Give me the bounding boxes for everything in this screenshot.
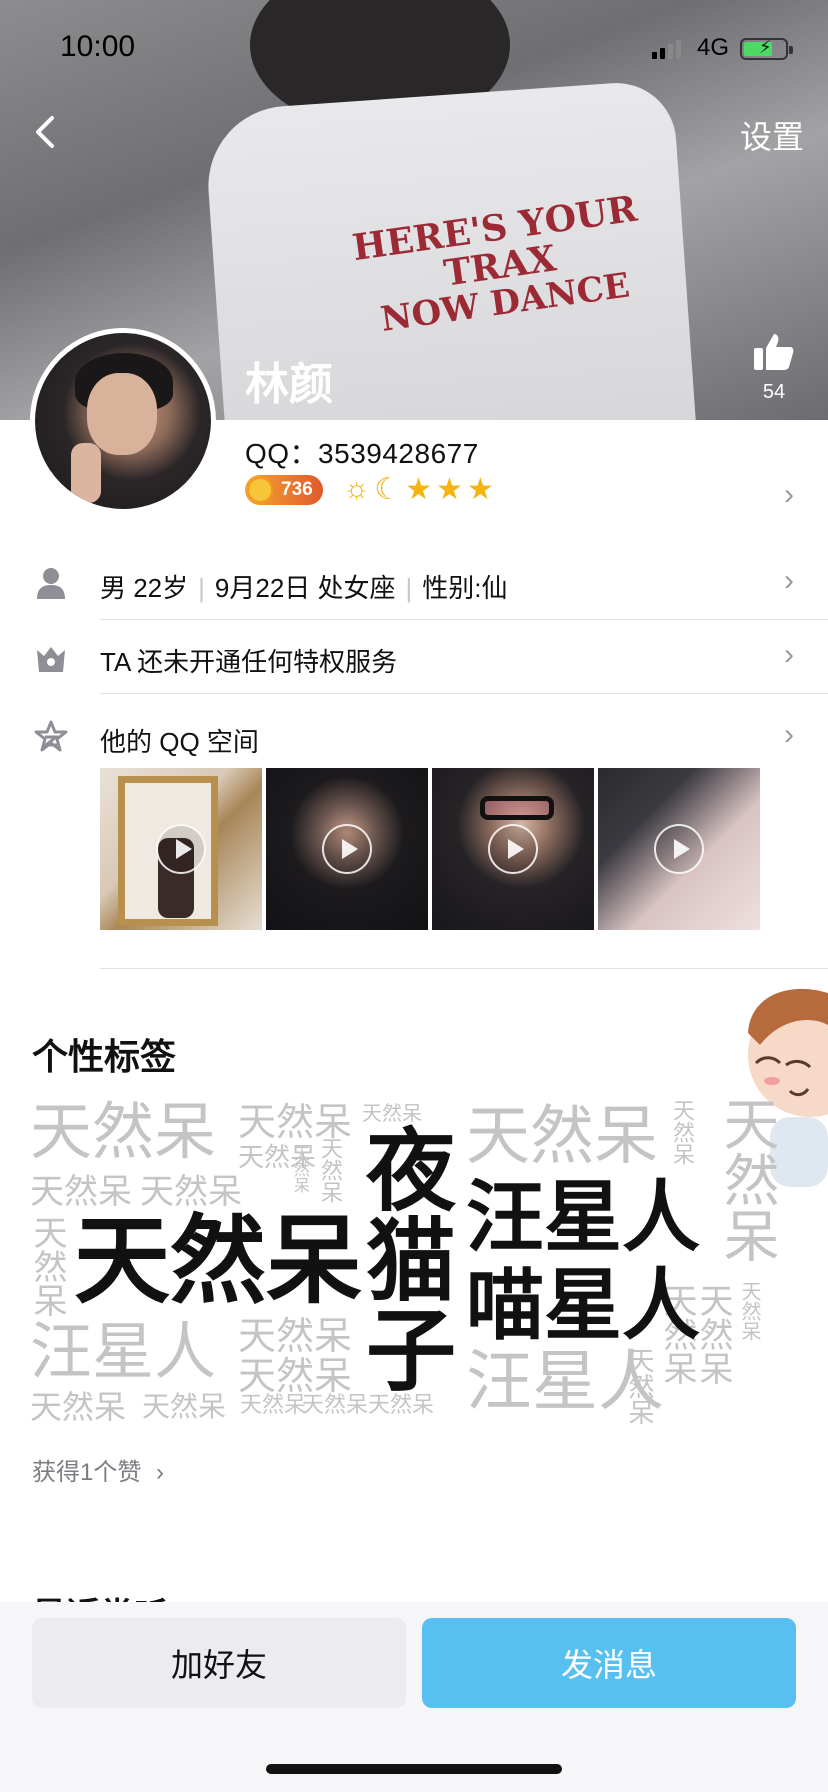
coin-icon — [247, 476, 273, 503]
qzone-video-thumbnail[interactable] — [266, 768, 428, 930]
network-type: 4G — [697, 34, 730, 61]
battery-icon: ⚡ — [740, 37, 793, 60]
tag-background: 天然呆 — [624, 1347, 654, 1425]
star-icon: ★ — [466, 473, 494, 506]
tag-background: 天然呆 — [30, 1388, 127, 1425]
like-button[interactable]: 54 — [748, 330, 800, 404]
add-friend-button[interactable]: 加好友 — [32, 1618, 406, 1708]
tag-large: 汪星人 — [466, 1173, 701, 1263]
tags-likes-text: 获得1个赞 — [32, 1459, 142, 1486]
tag-large: 天然呆 — [74, 1205, 362, 1317]
star-icon: ★ — [405, 473, 433, 506]
play-icon — [654, 824, 704, 874]
cellular-signal-icon — [652, 40, 681, 59]
play-icon — [322, 824, 372, 874]
avatar-face — [87, 373, 157, 455]
tag-background: 天然呆 — [30, 1172, 132, 1212]
qzone-text: 他的 QQ 空间 — [100, 727, 259, 757]
tag-large: 子 — [366, 1299, 456, 1404]
settings-button[interactable]: 设置 — [740, 112, 804, 158]
tag-background: 天然呆 — [317, 1137, 342, 1203]
status-bar: 10:00 4G ⚡ — [0, 0, 828, 100]
tag-background: 天然呆 — [693, 1283, 733, 1385]
tags-likes-link[interactable]: 获得1个赞 › — [32, 1452, 164, 1487]
level-badges: 736 ☼ ☾ ★ ★ ★ — [245, 472, 494, 507]
personality-tags-cloud[interactable]: 天然呆 天然呆 天然呆 天然呆 天然呆 天然呆 天然呆 天然呆 天然呆 天然呆 … — [30, 1095, 800, 1425]
chevron-right-icon: › — [784, 718, 794, 751]
qzone-video-thumbnail[interactable] — [598, 768, 760, 930]
avatar-photo — [35, 333, 211, 509]
divider — [100, 968, 828, 969]
tag-background: 天然呆 — [738, 1281, 762, 1341]
chevron-right-icon: › — [784, 638, 794, 671]
tag-large: 猫 — [366, 1209, 456, 1314]
back-button[interactable] — [28, 108, 68, 156]
thumbs-up-icon — [754, 334, 794, 370]
tag-background: 天然呆 — [714, 1095, 779, 1263]
tag-background: 天然呆 — [466, 1100, 658, 1174]
status-time: 10:00 — [60, 30, 136, 63]
coin-badge: 736 — [245, 474, 323, 505]
sun-icon: ☼ — [342, 472, 371, 505]
star-icon: ★ — [436, 473, 463, 506]
chevron-left-icon — [36, 116, 54, 148]
home-indicator[interactable] — [266, 1764, 562, 1774]
send-message-button[interactable]: 发消息 — [422, 1618, 796, 1708]
tag-background: 天然呆 — [142, 1390, 227, 1423]
coin-value: 736 — [281, 478, 313, 500]
privilege-text: TA 还未开通任何特权服务 — [100, 647, 398, 677]
tag-background: 天然呆 — [30, 1095, 217, 1168]
birthday-sign: 9月22日 处女座 — [214, 573, 396, 603]
chevron-right-icon: › — [156, 1459, 165, 1486]
qzone-star-icon — [34, 720, 68, 752]
avatar[interactable] — [30, 328, 216, 514]
chevron-right-icon: › — [784, 564, 794, 597]
tag-background: 天然呆 — [669, 1099, 694, 1165]
tag-background: 天然呆 — [238, 1100, 353, 1144]
play-icon — [488, 824, 538, 874]
custom-gender: 性别:仙 — [422, 573, 508, 603]
moon-icon: ☾ — [374, 473, 402, 506]
crown-icon — [37, 647, 65, 672]
qzone-thumbnails — [100, 768, 760, 930]
gender-age: 男 22岁 — [100, 573, 189, 603]
tag-large: 夜 — [366, 1119, 456, 1224]
tags-section-title: 个性标签 — [32, 1036, 177, 1077]
play-icon — [156, 824, 206, 874]
qzone-video-thumbnail[interactable] — [100, 768, 262, 930]
avatar-hand — [71, 443, 101, 503]
qzone-video-thumbnail[interactable] — [432, 768, 594, 930]
tag-background: 天然呆 — [140, 1172, 242, 1212]
tag-background: 天然呆 — [240, 1393, 307, 1418]
tag-background: 天然呆 — [238, 1314, 353, 1358]
profile-name: 林颜 — [245, 360, 333, 409]
tag-background: 天然呆 — [238, 1354, 353, 1398]
tag-large: 喵星人 — [466, 1261, 701, 1351]
basic-info-row[interactable]: 男 22岁 | 9月22日 处女座 | 性别:仙 › — [0, 548, 828, 620]
tag-background: 天然呆 — [302, 1393, 369, 1418]
person-icon — [37, 568, 65, 599]
tag-background: 天然呆 — [291, 1145, 310, 1193]
qq-number: QQ：3539428677 — [245, 438, 479, 469]
basic-info-text: 男 22岁 | 9月22日 处女座 | 性别:仙 — [100, 573, 508, 603]
like-count: 54 — [762, 381, 786, 403]
chevron-right-icon: › — [784, 478, 794, 511]
tag-background: 天然呆 — [30, 1215, 67, 1317]
privilege-row[interactable]: TA 还未开通任何特权服务 › — [0, 620, 828, 694]
tag-background-2: 汪星人 — [30, 1315, 217, 1388]
qq-level-icons: ☼ ☾ ★ ★ ★ — [343, 472, 494, 507]
